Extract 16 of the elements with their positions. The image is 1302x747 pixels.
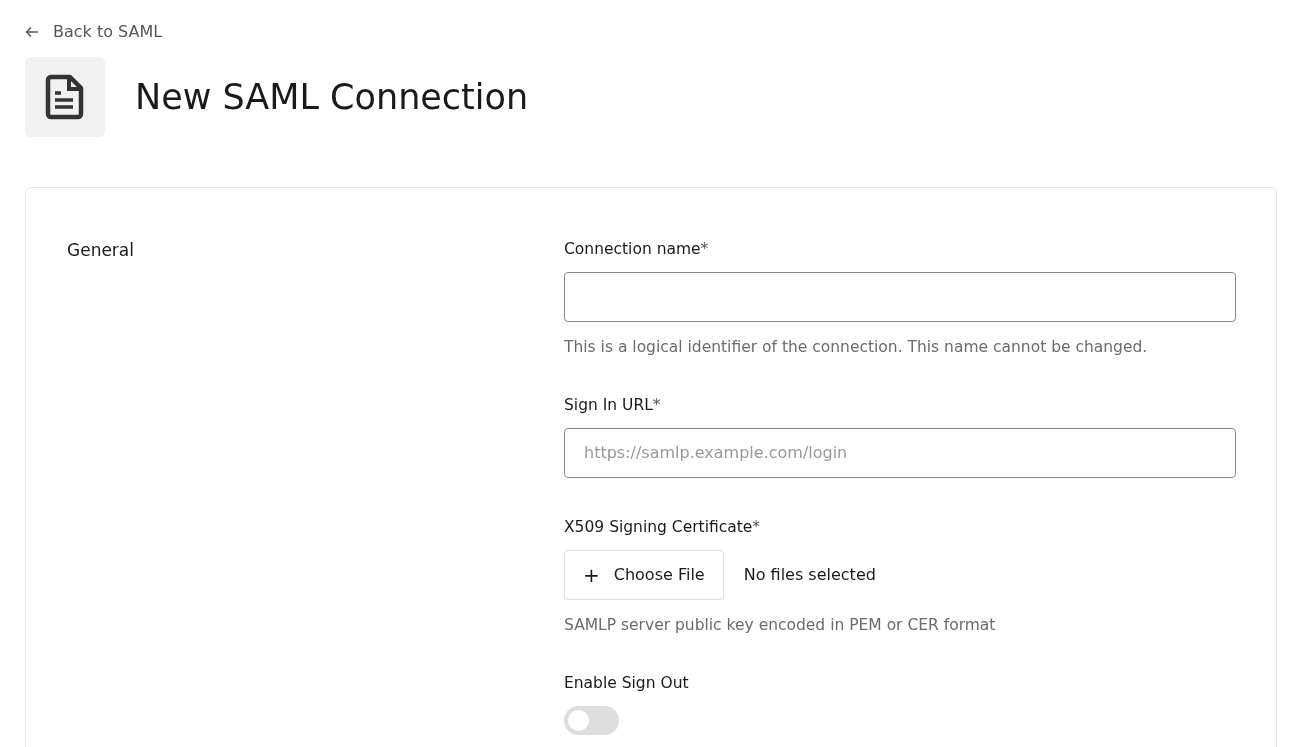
field-label: Sign In URL*	[564, 395, 662, 414]
help-text: SAMLP server public key encoded in PEM or CER format	[564, 615, 997, 634]
choose-file-button[interactable]: + Choose File	[564, 549, 724, 600]
document-icon	[25, 56, 105, 137]
field-label: Connection name*	[564, 239, 710, 258]
field-label: X509 Signing Certificate*	[564, 517, 762, 536]
input-field[interactable]	[564, 271, 1236, 322]
section-title: General	[67, 239, 135, 260]
page-title: New SAML Connection	[135, 76, 529, 117]
back-link[interactable]: Back to SAML	[25, 22, 163, 41]
input-field[interactable]: https://samlp.example.com/login	[564, 427, 1236, 478]
help-text: This is a logical identifier of the connection. This name cannot be changed.	[564, 337, 1149, 356]
arrow-left-icon	[25, 25, 39, 38]
field-label: Enable Sign Out	[564, 673, 690, 692]
toggle-switch[interactable]	[564, 705, 619, 735]
file-status: No files selected	[743, 565, 876, 584]
